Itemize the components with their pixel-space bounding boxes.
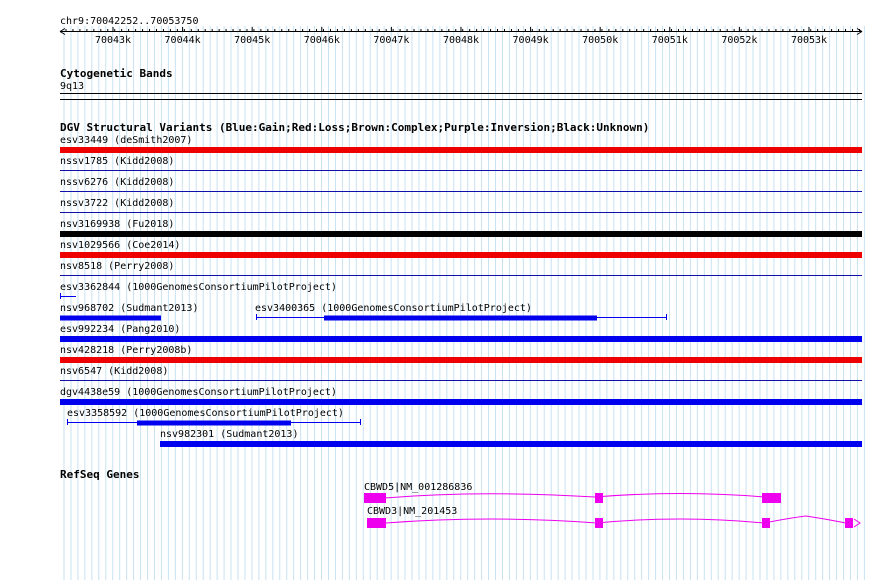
variant-label[interactable]: esv33449 (deSmith2007) [60, 135, 192, 146]
gene-exon [595, 518, 603, 528]
variant-label[interactable]: nsv428218 (Perry2008b) [60, 345, 192, 356]
gene-exon [367, 518, 386, 528]
variant-feature [60, 357, 862, 363]
variant-label[interactable]: dgv4438e59 (1000GenomesConsortiumPilotPr… [60, 387, 337, 398]
variant-label[interactable]: nssv6276 (Kidd2008) [60, 177, 174, 188]
variant-feature [60, 147, 862, 153]
variant-label[interactable]: esv992234 (Pang2010) [60, 324, 180, 335]
variant-label[interactable]: esv3400365 (1000GenomesConsortiumPilotPr… [255, 303, 532, 314]
variant-label[interactable]: nsv1029566 (Coe2014) [60, 240, 180, 251]
dgv-track-title[interactable]: DGV Structural Variants (Blue:Gain;Red:L… [60, 122, 649, 134]
variant-label[interactable]: nsv3169938 (Fu2018) [60, 219, 174, 230]
variant-label[interactable]: nsv982301 (Sudmant2013) [160, 429, 298, 440]
variant-feature [137, 420, 291, 426]
ruler-tick-label: 70051k [651, 35, 688, 46]
cytoband-track-title[interactable]: Cytogenetic Bands [60, 68, 173, 80]
ruler-tick-label: 70048k [442, 35, 480, 46]
ruler-tick-label: 70053k [790, 35, 828, 46]
ruler-tick-label: 70047k [373, 35, 410, 46]
gene-exon [762, 518, 770, 528]
variant-feature [60, 399, 862, 405]
ruler-tick-label: 70049k [512, 35, 549, 46]
variant-feature [324, 315, 597, 321]
gene-exon [595, 493, 603, 503]
ruler-tick-label: 70044k [164, 35, 201, 46]
variant-label[interactable]: esv3362844 (1000GenomesConsortiumPilotPr… [60, 282, 337, 293]
ruler-tick-label: 70045k [234, 35, 271, 46]
variant-label[interactable]: nssv1785 (Kidd2008) [60, 156, 174, 167]
variant-label[interactable]: nsv8518 (Perry2008) [60, 261, 174, 272]
gene-label[interactable]: CBWD5|NM_001286836 [364, 482, 472, 493]
ruler-tick-label: 70043k [94, 35, 132, 46]
ruler-tick-label: 70046k [303, 35, 340, 46]
variant-feature [160, 441, 862, 447]
gene-exon [364, 493, 386, 503]
variant-label[interactable]: nssv3722 (Kidd2008) [60, 198, 174, 209]
gene-label[interactable]: CBWD3|NM_201453 [367, 506, 457, 517]
gene-exon [762, 493, 781, 503]
ruler-tick-label: 70050k [582, 35, 619, 46]
variant-label[interactable]: esv3358592 (1000GenomesConsortiumPilotPr… [67, 408, 344, 419]
variant-feature [60, 252, 862, 258]
variant-feature [60, 315, 161, 321]
ruler-position: chr9:70042252..70053750 [60, 16, 199, 27]
ruler-tick-label: 70052k [721, 35, 758, 46]
gene-intron [384, 493, 766, 499]
gene-exon [845, 518, 853, 528]
variant-label[interactable]: nsv968702 (Sudmant2013) [60, 303, 198, 314]
variant-feature [60, 231, 862, 237]
gene-intron [385, 515, 847, 524]
refseq-track-title[interactable]: RefSeq Genes [60, 469, 139, 481]
variant-label[interactable]: nsv6547 (Kidd2008) [60, 366, 168, 377]
cytoband-label[interactable]: 9q13 [60, 81, 84, 92]
variant-feature [60, 336, 862, 342]
